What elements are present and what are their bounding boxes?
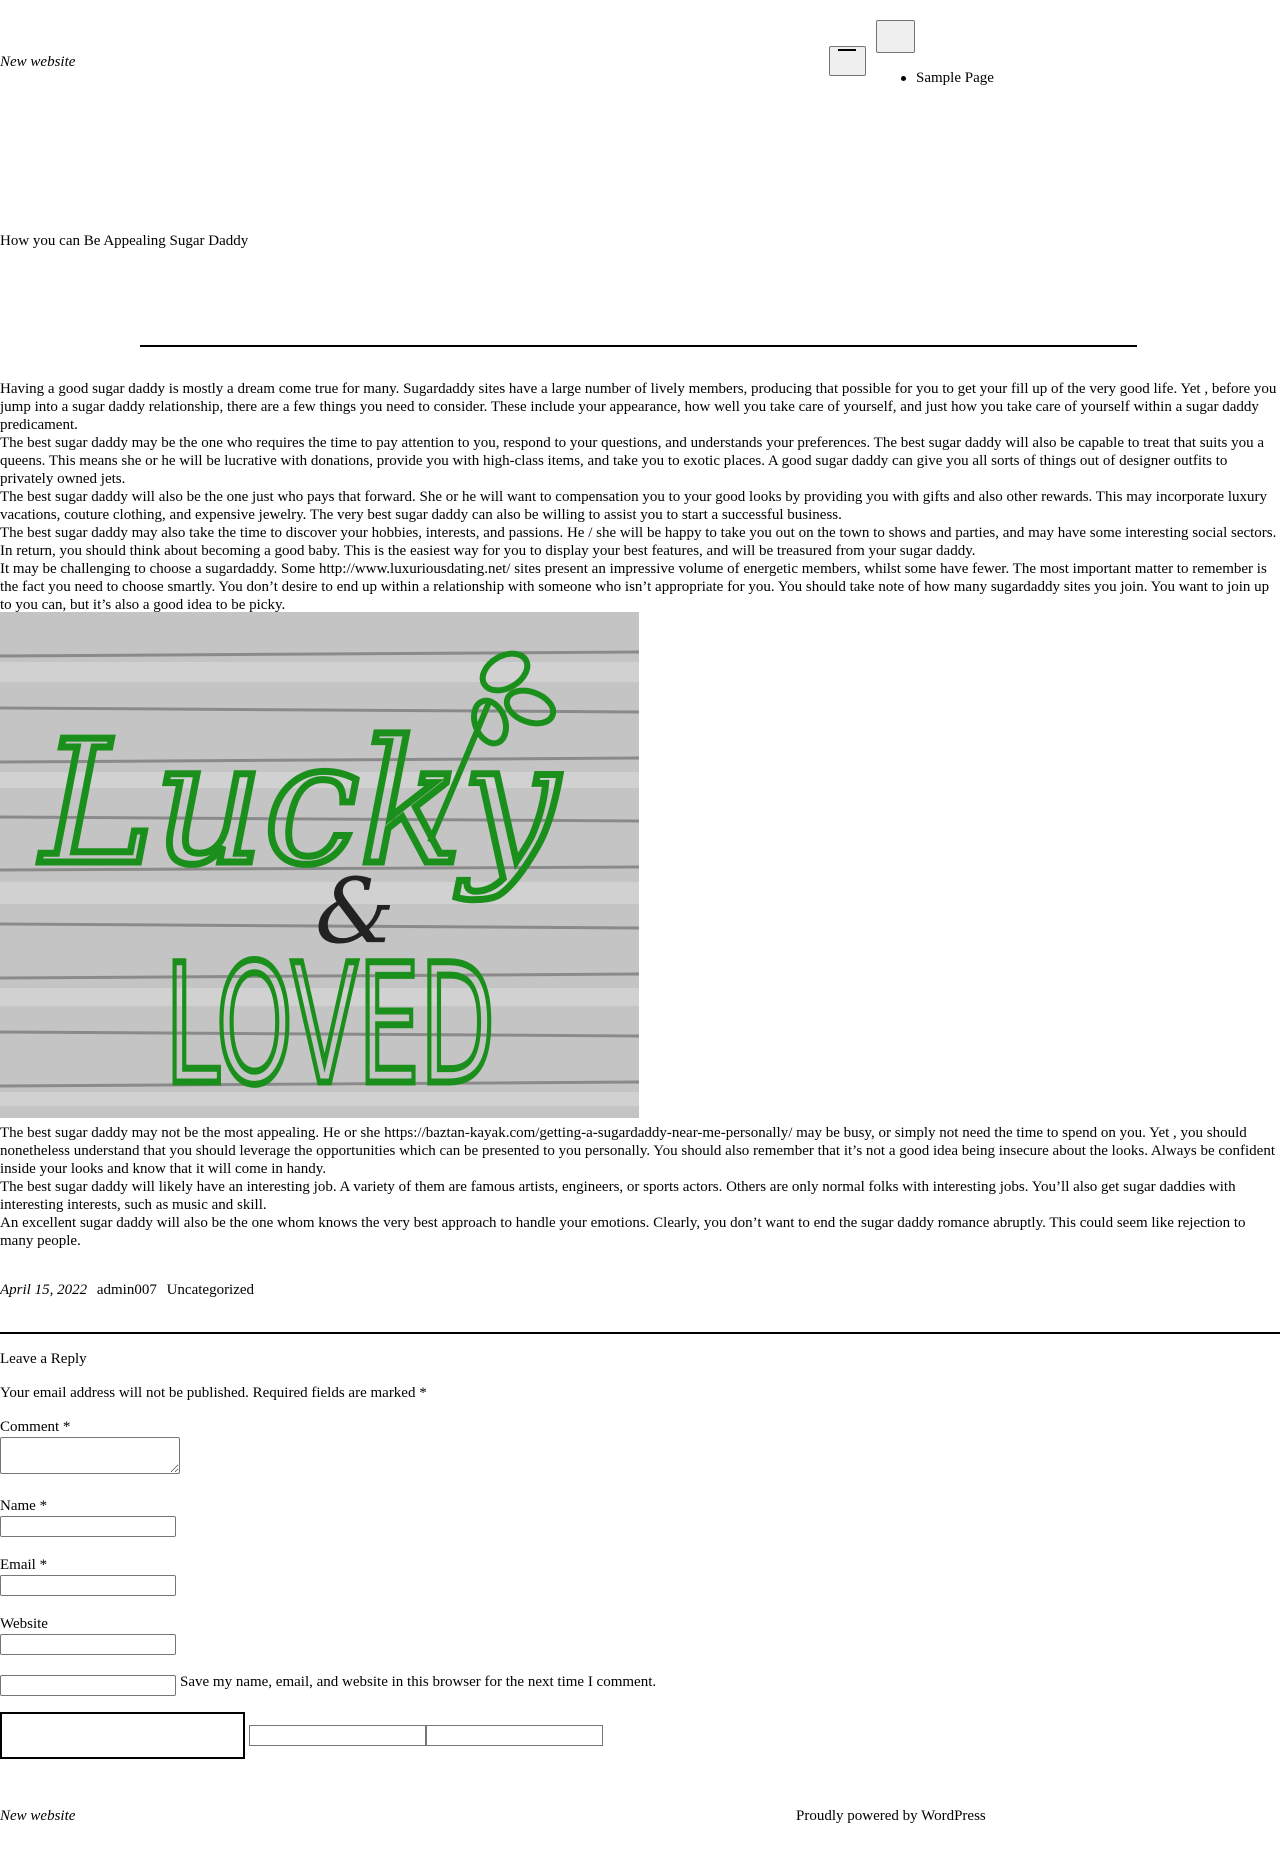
- paragraph: It may be challenging to choose a sugard…: [0, 561, 1270, 613]
- submit-field-1[interactable]: [249, 1725, 426, 1746]
- reply-title: Leave a Reply: [0, 1351, 87, 1367]
- paragraph: The best sugar daddy will also be the on…: [0, 489, 1267, 523]
- post-author[interactable]: admin007: [97, 1282, 157, 1298]
- paragraph: The best sugar daddy may be the one who …: [0, 435, 1264, 487]
- cookie-consent-field[interactable]: [0, 1675, 176, 1696]
- post-meta: April 15, 2022 admin007 Uncategorized: [0, 1281, 260, 1299]
- menu-toggle-button[interactable]: [829, 46, 866, 76]
- post-content-top: Having a good sugar daddy is mostly a dr…: [0, 380, 1280, 614]
- post-content-bottom: The best sugar daddy may not be the most…: [0, 1124, 1280, 1250]
- menu-icon: [838, 49, 856, 51]
- post-title: How you can Be Appealing Sugar Daddy: [0, 233, 249, 249]
- website-label: Website: [0, 1616, 48, 1632]
- email-label: Email *: [0, 1557, 48, 1573]
- comments-separator: [0, 1332, 1280, 1334]
- paragraph: The best sugar daddy will likely have an…: [0, 1179, 1236, 1213]
- email-input[interactable]: [0, 1575, 176, 1596]
- title-separator: [140, 345, 1137, 347]
- comment-label: Comment *: [0, 1419, 71, 1435]
- footer-site-title[interactable]: New website: [0, 1807, 75, 1825]
- paragraph: An excellent sugar daddy will also be th…: [0, 1215, 1246, 1249]
- paragraph: The best sugar daddy may also take the t…: [0, 525, 1277, 559]
- post-image: Lucky & LOVED: [0, 612, 639, 1118]
- post-date[interactable]: April 15, 2022: [0, 1282, 87, 1298]
- post-category[interactable]: Uncategorized: [167, 1282, 254, 1298]
- paragraph: The best sugar daddy may not be the most…: [0, 1125, 1275, 1177]
- site-title[interactable]: New website: [0, 53, 75, 71]
- footer-powered-by[interactable]: Proudly powered by WordPress: [796, 1807, 986, 1825]
- search-toggle-button[interactable]: [876, 20, 915, 53]
- submit-field-2[interactable]: [426, 1725, 603, 1746]
- website-input[interactable]: [0, 1634, 176, 1655]
- nav-item-sample-page[interactable]: Sample Page: [901, 69, 994, 87]
- primary-nav: Sample Page: [901, 69, 994, 87]
- image-word-loved: LOVED: [165, 929, 495, 1118]
- cookie-consent-label: Save my name, email, and website in this…: [180, 1674, 657, 1690]
- paragraph: Having a good sugar daddy is mostly a dr…: [0, 381, 1277, 433]
- name-input[interactable]: [0, 1516, 176, 1537]
- comment-textarea[interactable]: [0, 1437, 180, 1474]
- captcha-box[interactable]: [0, 1712, 245, 1759]
- name-label: Name *: [0, 1498, 48, 1514]
- comment-notes: Your email address will not be published…: [0, 1385, 427, 1401]
